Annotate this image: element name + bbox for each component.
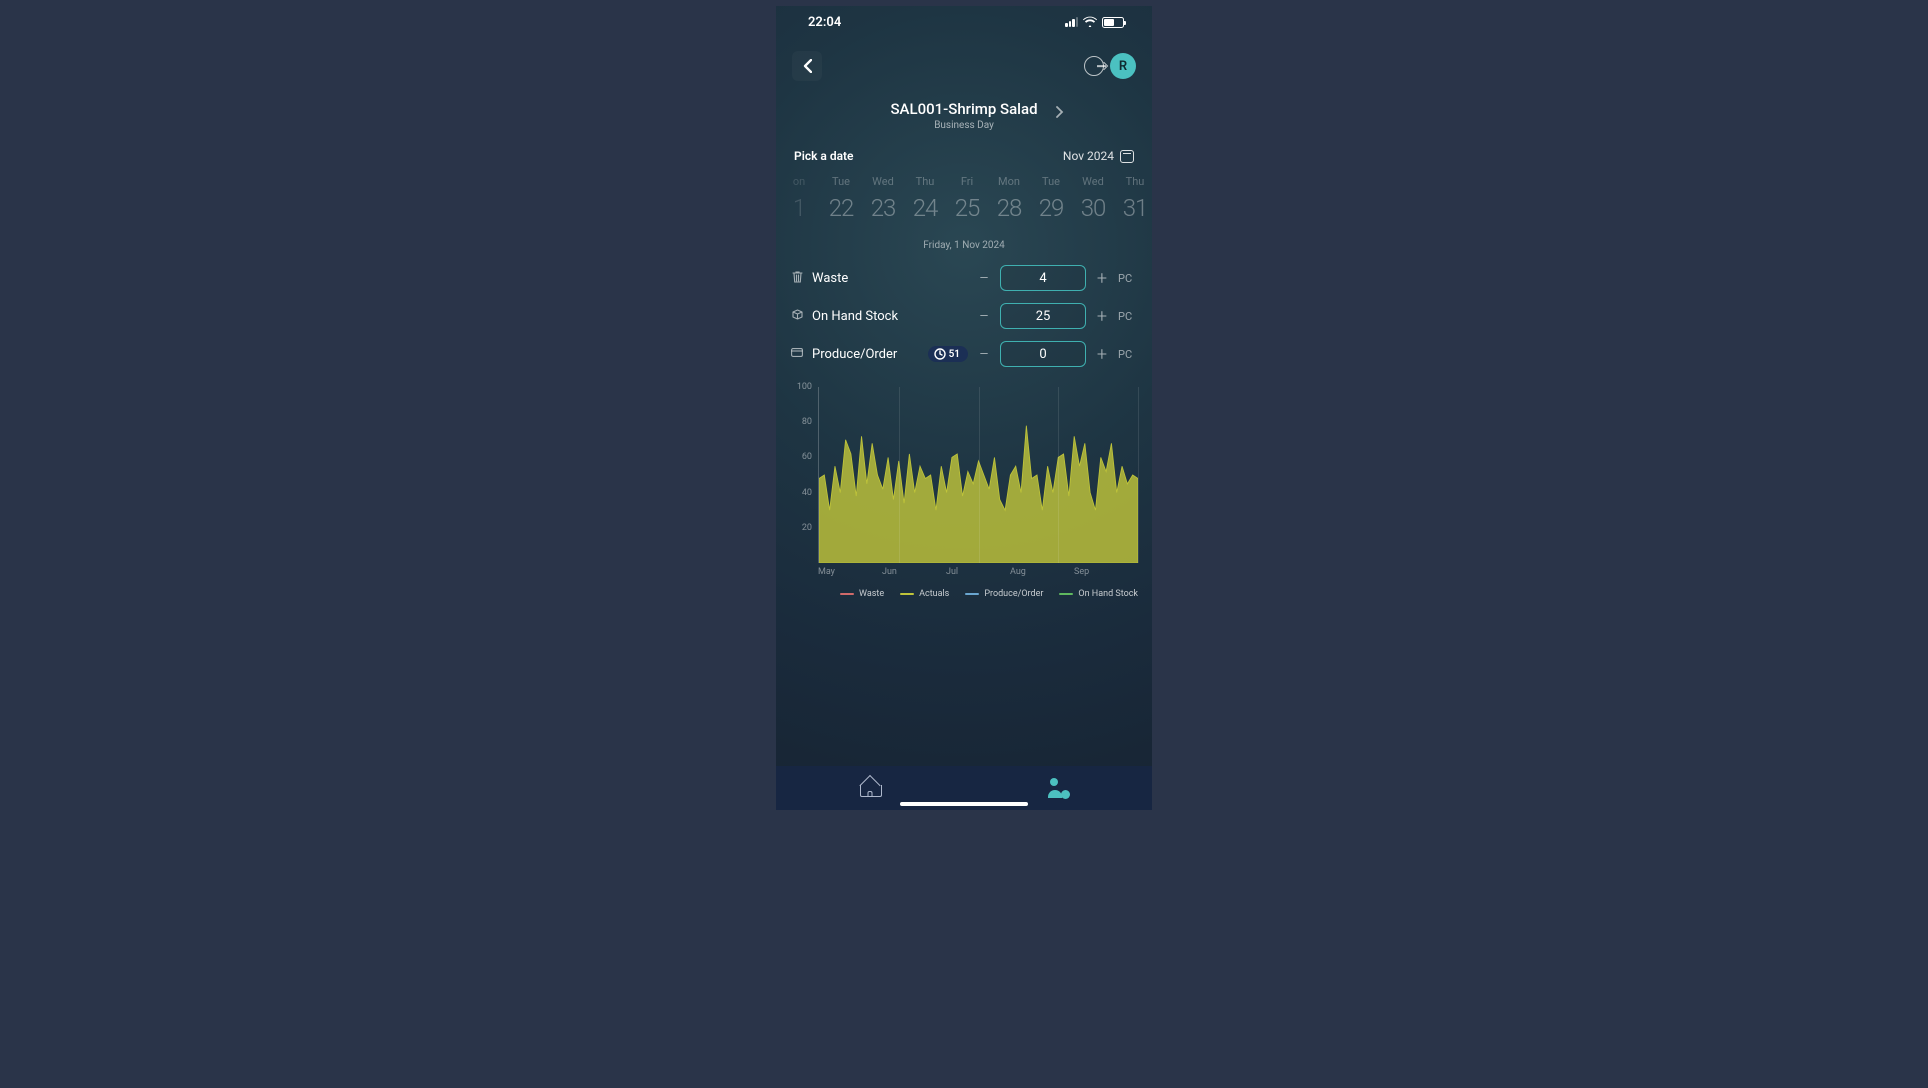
day-strip[interactable]: on1Tue22Wed23Thu24Fri25Mon28Tue29Wed30Th… — [776, 171, 1152, 222]
product-title-block[interactable]: SAL001-Shrimp Salad Business Day — [776, 100, 1152, 131]
phone-frame: 22:04 R SAL001-Shrimp Salad Business Day… — [776, 6, 1152, 810]
clock: 22:04 — [808, 15, 841, 30]
selected-date-label: Friday, 1 Nov 2024 — [776, 240, 1152, 251]
legend-item: On Hand Stock — [1059, 589, 1138, 599]
date-picker-row: Pick a date Nov 2024 — [776, 131, 1152, 171]
onhand-unit: PC — [1118, 310, 1138, 323]
chart-legend: Waste Actuals Produce/Order On Hand Stock — [776, 577, 1152, 611]
month-label: Nov 2024 — [1063, 149, 1114, 163]
chart-plot: 20406080100 — [790, 387, 1138, 563]
day-cell[interactable]: Wed23 — [862, 175, 904, 222]
waste-row: Waste − 4 + PC — [776, 259, 1152, 297]
onhand-label: On Hand Stock — [812, 309, 968, 324]
nav-profile-button[interactable] — [1048, 778, 1068, 798]
pick-date-label: Pick a date — [794, 149, 854, 163]
onhand-row: On Hand Stock − 25 + PC — [776, 297, 1152, 335]
y-axis: 20406080100 — [790, 387, 818, 563]
produce-input[interactable]: 0 — [1000, 341, 1086, 367]
day-cell[interactable]: Thu24 — [904, 175, 946, 222]
day-cell[interactable]: Tue29 — [1030, 175, 1072, 222]
waste-plus-button[interactable]: + — [1094, 268, 1110, 289]
trash-icon — [790, 271, 804, 286]
plot-area — [818, 387, 1138, 563]
status-bar: 22:04 — [776, 6, 1152, 38]
box-icon — [790, 309, 804, 323]
app-header: R — [776, 38, 1152, 94]
day-cell[interactable]: Thu31 — [1114, 175, 1152, 222]
avatar[interactable]: R — [1110, 53, 1136, 79]
card-icon — [790, 348, 804, 360]
produce-label: Produce/Order — [812, 347, 920, 362]
product-subtitle: Business Day — [776, 120, 1152, 131]
calendar-icon — [1120, 150, 1134, 163]
suggestion-badge[interactable]: 51 — [928, 346, 968, 362]
legend-item: Produce/Order — [965, 589, 1043, 599]
cell-signal-icon — [1065, 17, 1078, 27]
waste-label: Waste — [812, 271, 968, 286]
day-cell[interactable]: Fri25 — [946, 175, 988, 222]
onhand-minus-button[interactable]: − — [976, 306, 992, 327]
produce-minus-button[interactable]: − — [976, 344, 992, 365]
wifi-icon — [1083, 16, 1097, 29]
home-indicator — [900, 802, 1028, 806]
onhand-plus-button[interactable]: + — [1094, 306, 1110, 327]
produce-unit: PC — [1118, 348, 1138, 361]
legend-item: Waste — [840, 589, 884, 599]
waste-input[interactable]: 4 — [1000, 265, 1086, 291]
produce-row: Produce/Order 51 − 0 + PC — [776, 335, 1152, 373]
month-selector[interactable]: Nov 2024 — [1063, 149, 1134, 163]
battery-icon — [1102, 17, 1124, 28]
onhand-input[interactable]: 25 — [1000, 303, 1086, 329]
badge-value: 51 — [949, 349, 960, 360]
chart-section: 20406080100 MayJunJulAugSep — [776, 373, 1152, 577]
day-cell[interactable]: Wed30 — [1072, 175, 1114, 222]
legend-item: Actuals — [900, 589, 949, 599]
day-cell[interactable]: Mon28 — [988, 175, 1030, 222]
day-cell[interactable]: on1 — [778, 175, 820, 222]
waste-minus-button[interactable]: − — [976, 268, 992, 289]
produce-plus-button[interactable]: + — [1094, 344, 1110, 365]
day-cell[interactable]: Tue22 — [820, 175, 862, 222]
nav-home-button[interactable] — [860, 779, 880, 797]
waste-unit: PC — [1118, 272, 1138, 285]
x-axis: MayJunJulAugSep — [818, 567, 1138, 577]
back-button[interactable] — [792, 51, 822, 81]
status-indicators — [1065, 16, 1124, 29]
product-title: SAL001-Shrimp Salad — [776, 100, 1152, 118]
chevron-right-icon — [1056, 106, 1064, 122]
logout-icon[interactable] — [1084, 56, 1104, 76]
home-icon — [860, 779, 880, 797]
user-settings-icon — [1048, 778, 1068, 798]
